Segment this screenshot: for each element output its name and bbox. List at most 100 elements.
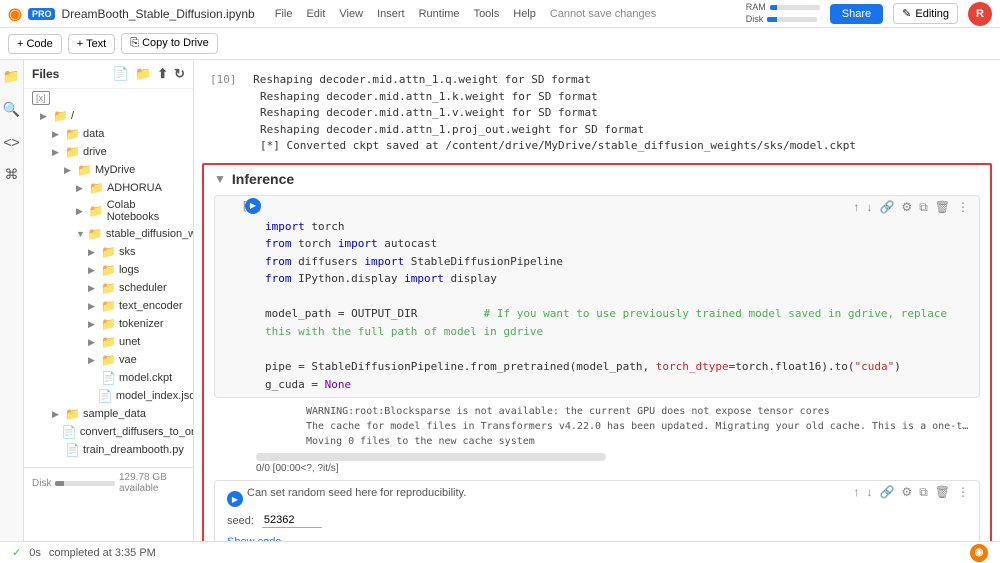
tree-item-convert[interactable]: ▶ 📄 convert_diffusers_to_original_stabl.…	[24, 423, 193, 441]
tree-item-tokenizer[interactable]: ▶ 📁 tokenizer	[24, 315, 193, 333]
cell-delete-icon[interactable]: 🗑	[933, 198, 952, 217]
tree-item-textenc[interactable]: ▶ 📁 text_encoder	[24, 297, 193, 315]
tree-item-adhorua[interactable]: ▶ 📁 ADHORUA	[24, 179, 193, 197]
ram-progress-bar	[770, 5, 820, 10]
seed-move-up-icon[interactable]: ↑	[851, 483, 861, 502]
editing-button[interactable]: ✎ Editing	[893, 3, 958, 24]
folder-unet-icon: 📁	[101, 335, 116, 349]
menu-insert[interactable]: Insert	[377, 8, 405, 20]
tree-label-sdweights: stable_diffusion_weights	[106, 228, 194, 240]
tree-item-sdweights[interactable]: ▼ 📁 stable_diffusion_weights	[24, 225, 193, 243]
share-button[interactable]: Share	[830, 4, 883, 24]
menu-cannot-save: Cannot save changes	[550, 8, 656, 20]
menu-runtime[interactable]: Runtime	[419, 8, 460, 20]
upload-icon[interactable]: ⬆	[157, 66, 168, 82]
copy-to-drive-button[interactable]: ⎘ Copy to Drive	[121, 33, 218, 54]
cell-move-up-icon[interactable]: ↑	[851, 198, 861, 217]
search-icon[interactable]: 🔍	[3, 101, 20, 118]
toolbar: + Code + Text ⎘ Copy to Drive	[0, 28, 1000, 60]
seed-copy-icon[interactable]: ⧉	[917, 483, 930, 502]
disk-bottom-label: Disk	[32, 478, 51, 489]
cell-11-output: WARNING:root:Blocksparse is not availabl…	[206, 402, 988, 476]
ram-progress-fill	[770, 5, 778, 10]
tree-item-unet[interactable]: ▶ 📁 unet	[24, 333, 193, 351]
folder-sks-icon: 📁	[101, 245, 116, 259]
folder-mydrive-icon: 📁	[77, 163, 92, 177]
warning-1: WARNING:root:Blocksparse is not availabl…	[256, 404, 980, 419]
cell-10-output: [10] Reshaping decoder.mid.attn_1.q.weig…	[194, 68, 1000, 159]
seed-description: Can set random seed here for reproducibi…	[247, 487, 466, 499]
arrow-logs: ▶	[88, 265, 98, 276]
tree-item-colab[interactable]: ▶ 📁 Colab Notebooks	[24, 197, 193, 225]
files-icon[interactable]: 📁	[3, 68, 20, 85]
show-code-link[interactable]: Show code	[215, 532, 979, 541]
sidebar: Files 📄 📁 ⬆ ↻ [x] ▶ 📁 / ▶ 📁 data ▶ 📁 dri…	[24, 60, 194, 541]
command-icon[interactable]: ⌘	[5, 166, 19, 183]
refresh-icon[interactable]: ↻	[174, 66, 185, 82]
pro-badge: PRO	[28, 8, 56, 20]
cell-settings-icon[interactable]: ⚙	[899, 198, 914, 217]
warning-3: Moving 0 files to the new cache system	[256, 434, 980, 449]
new-folder-icon[interactable]: 📁	[135, 66, 151, 82]
arrow-colab: ▶	[76, 206, 86, 217]
seed-delete-icon[interactable]: 🗑	[933, 483, 952, 502]
tree-item-vae[interactable]: ▶ 📁 vae	[24, 351, 193, 369]
avatar: R	[968, 2, 992, 26]
tree-label-mydrive: MyDrive	[95, 164, 135, 176]
code-line-7: g_cuda = None	[265, 376, 971, 394]
tree-label-root: /	[71, 110, 74, 122]
seed-link-icon[interactable]: 🔗	[877, 483, 896, 502]
seed-input[interactable]	[262, 513, 322, 528]
add-text-button[interactable]: + Text	[68, 34, 115, 54]
seed-more-icon[interactable]: ⋮	[955, 483, 971, 502]
cell-copy-icon[interactable]: ⧉	[917, 198, 930, 217]
tree-item-data[interactable]: ▶ 📁 data	[24, 125, 193, 143]
inference-collapse-arrow[interactable]: ▼	[214, 172, 226, 186]
arrow-sks: ▶	[88, 247, 98, 258]
tree-item-sampledata[interactable]: ▶ 📁 sample_data	[24, 405, 193, 423]
add-code-button[interactable]: + Code	[8, 34, 62, 54]
seed-settings-icon[interactable]: ⚙	[899, 483, 914, 502]
cell-move-down-icon[interactable]: ↓	[864, 198, 874, 217]
menu-file[interactable]: File	[275, 8, 293, 20]
seed-run-button[interactable]: ▶	[227, 491, 243, 507]
tree-item-root[interactable]: ▶ 📁 /	[24, 107, 193, 125]
code-line-3: from diffusers import StableDiffusionPip…	[265, 253, 971, 271]
tree-item-modelckpt[interactable]: ▶ 📄 model.ckpt	[24, 369, 193, 387]
new-file-icon[interactable]: 📄	[113, 66, 129, 82]
code-icon[interactable]: <>	[3, 134, 19, 150]
tree-item-modelindex[interactable]: ▶ 📄 model_index.json	[24, 387, 193, 405]
cell-10-line2: Reshaping decoder.mid.attn_1.k.weight fo…	[260, 90, 598, 103]
tree-item-scheduler[interactable]: ▶ 📁 scheduler	[24, 279, 193, 297]
ram-disk-area: RAM Disk	[746, 2, 820, 25]
cell-more-icon[interactable]: ⋮	[955, 198, 971, 217]
tree-item-x[interactable]: [x]	[24, 89, 193, 107]
tree-label-textenc: text_encoder	[119, 300, 183, 312]
seed-value-row: seed:	[215, 509, 979, 532]
tree-item-drive[interactable]: ▶ 📁 drive	[24, 143, 193, 161]
menu-edit[interactable]: Edit	[306, 8, 325, 20]
status-right: ◉	[970, 544, 988, 562]
tree-label-adhorua: ADHORUA	[107, 182, 162, 194]
arrow-tokenizer: ▶	[88, 319, 98, 330]
tree-label-colab: Colab Notebooks	[107, 199, 189, 223]
tree-item-train[interactable]: ▶ 📄 train_dreambooth.py	[24, 441, 193, 459]
cell-11-code: import torch from torch import autocast …	[215, 216, 979, 398]
seed-move-down-icon[interactable]: ↓	[864, 483, 874, 502]
menu-tools[interactable]: Tools	[474, 8, 500, 20]
file-name[interactable]: DreamBooth_Stable_Diffusion.ipynb	[61, 7, 254, 21]
arrow-scheduler: ▶	[88, 283, 98, 294]
tree-label-unet: unet	[119, 336, 140, 348]
file-modelindex-icon: 📄	[98, 389, 113, 403]
folder-textenc-icon: 📁	[101, 299, 116, 313]
menu-view[interactable]: View	[339, 8, 363, 20]
inference-heading-text: Inference	[232, 171, 294, 187]
tree-item-mydrive[interactable]: ▶ 📁 MyDrive	[24, 161, 193, 179]
tree-label-data: data	[83, 128, 104, 140]
tree-item-logs[interactable]: ▶ 📁 logs	[24, 261, 193, 279]
cell-link-icon[interactable]: 🔗	[877, 198, 896, 217]
menu-help[interactable]: Help	[513, 8, 536, 20]
tree-item-sks[interactable]: ▶ 📁 sks	[24, 243, 193, 261]
cell-11-run-button[interactable]: ▶	[245, 198, 261, 214]
arrow-data: ▶	[52, 129, 62, 140]
